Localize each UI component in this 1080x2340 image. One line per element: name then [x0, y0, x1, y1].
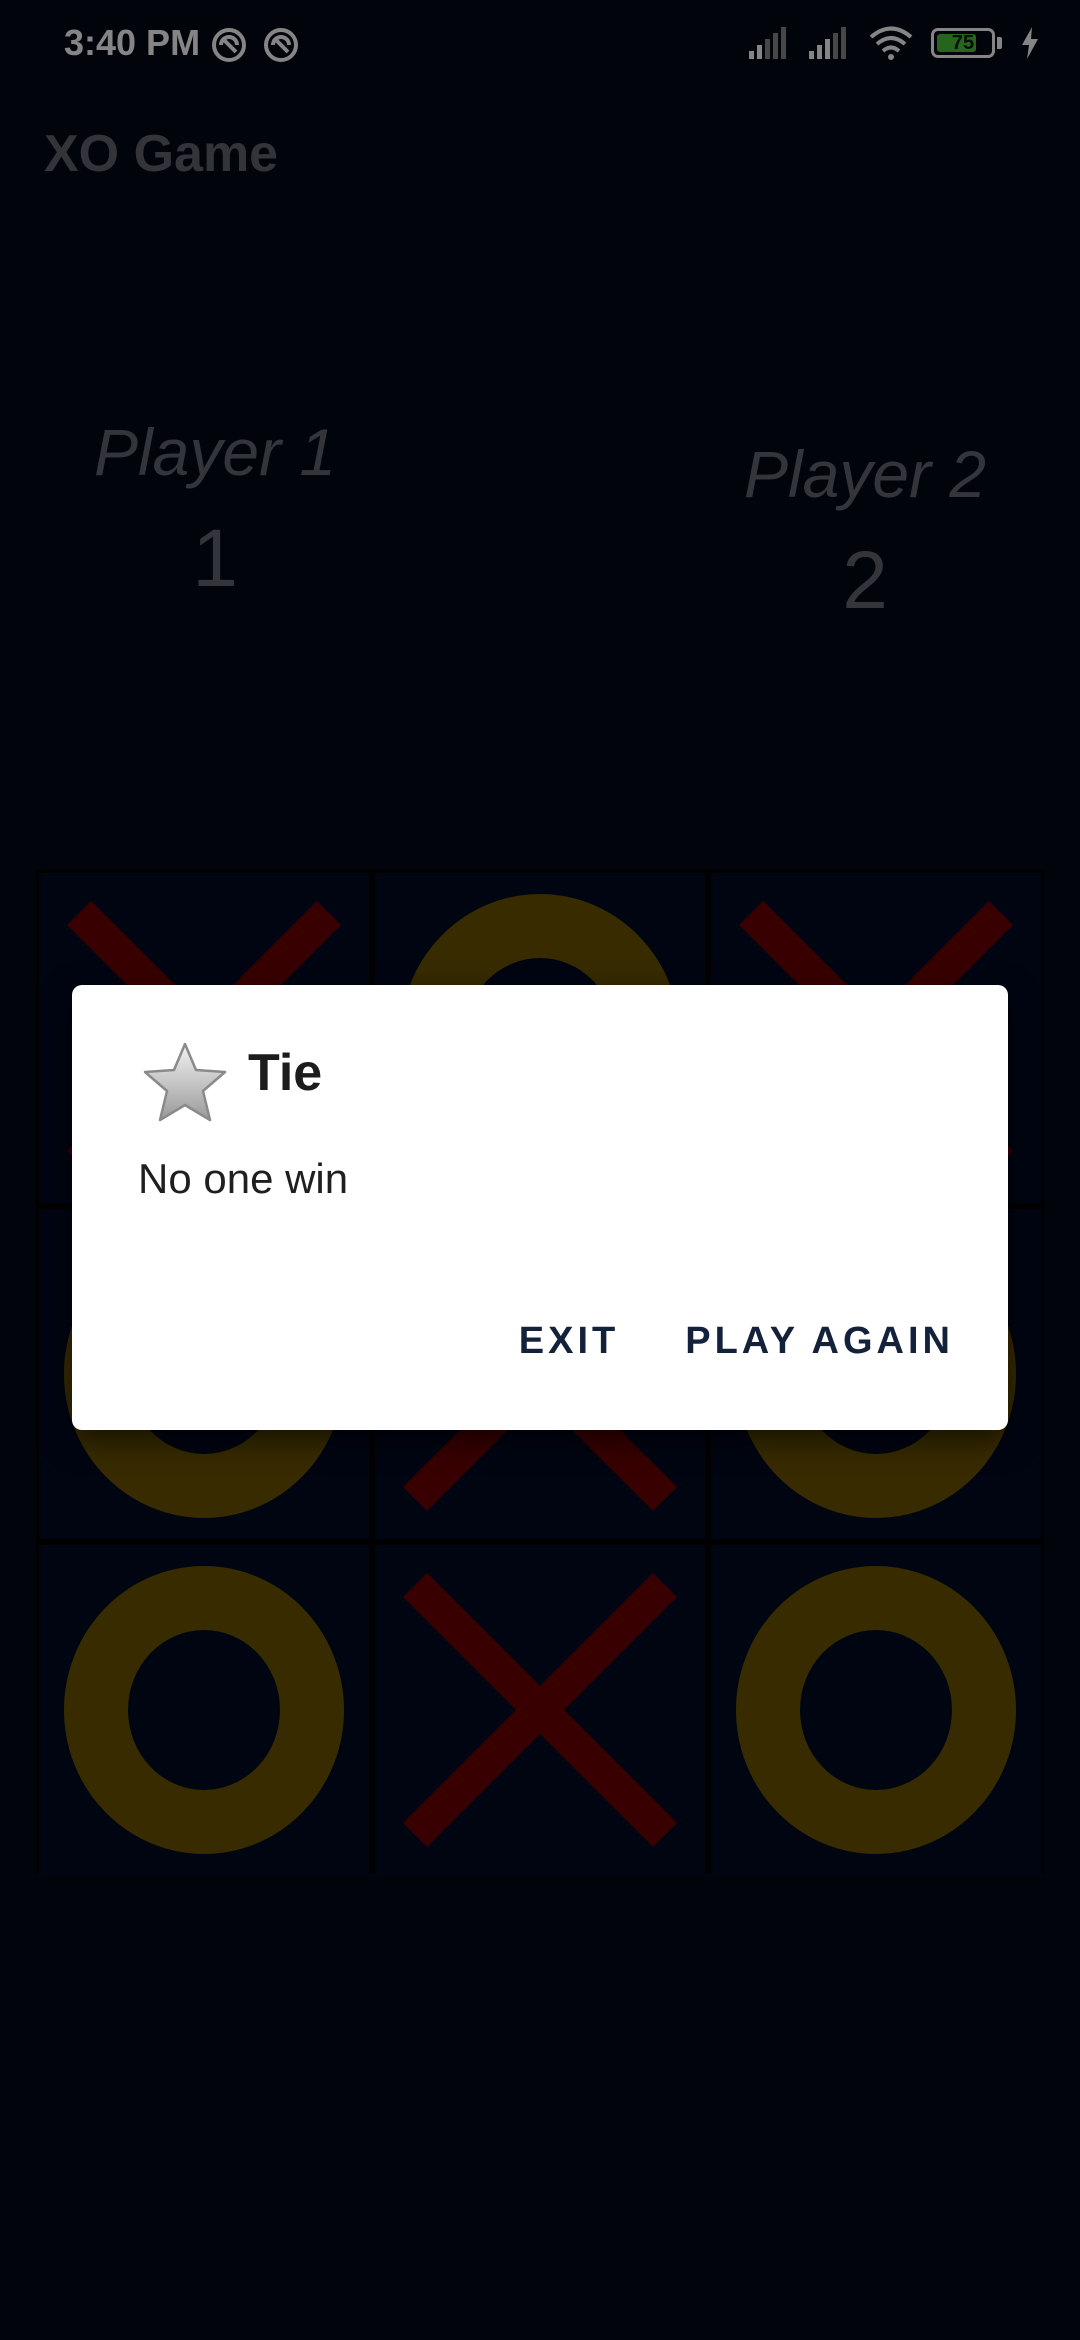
- exit-button[interactable]: EXIT: [519, 1320, 619, 1363]
- dialog-message: No one win: [138, 1155, 349, 1202]
- dialog-title: Tie: [248, 1044, 323, 1102]
- star-icon: [143, 1042, 227, 1122]
- play-again-button[interactable]: PLAY AGAIN: [685, 1320, 954, 1363]
- dialog-actions: EXIT PLAY AGAIN: [519, 1320, 954, 1363]
- tie-dialog: Tie No one win EXIT PLAY AGAIN: [72, 985, 1008, 1430]
